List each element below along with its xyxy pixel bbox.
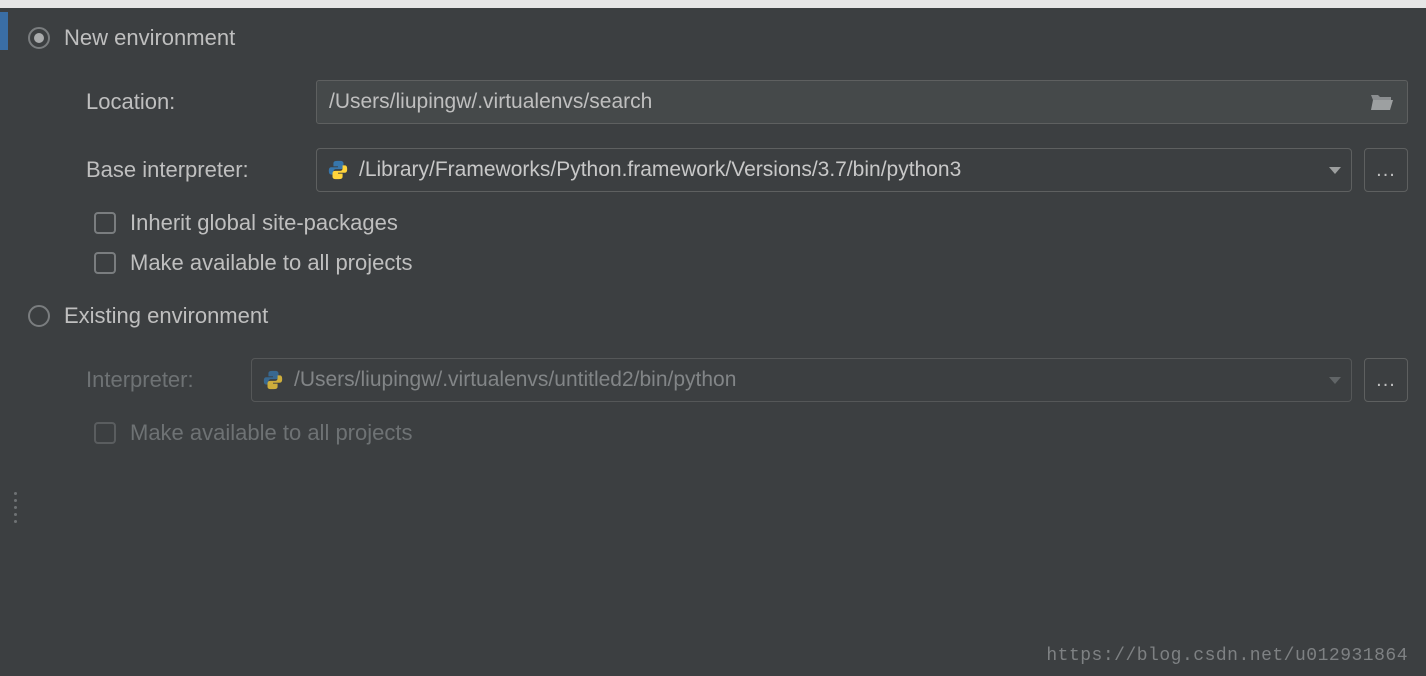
- make-available-existing-label: Make available to all projects: [130, 420, 412, 446]
- make-available-existing-checkbox: [94, 422, 116, 444]
- folder-open-icon[interactable]: [1369, 92, 1395, 112]
- existing-environment-row: Existing environment: [28, 298, 1408, 334]
- resize-grip-icon[interactable]: [14, 492, 17, 523]
- new-environment-label: New environment: [64, 25, 235, 51]
- inherit-label: Inherit global site-packages: [130, 210, 398, 236]
- existing-environment-radio[interactable]: [28, 305, 50, 327]
- interpreter-combo: /Users/liupingw/.virtualenvs/untitled2/b…: [251, 358, 1352, 402]
- interpreter-browse-button[interactable]: ...: [1364, 358, 1408, 402]
- interpreter-label: Interpreter:: [86, 367, 251, 393]
- chevron-down-icon: [1329, 377, 1341, 384]
- base-interpreter-value: /Library/Frameworks/Python.framework/Ver…: [359, 158, 1319, 182]
- window-titlebar: [0, 0, 1426, 8]
- make-available-new-row: Make available to all projects: [94, 250, 1408, 276]
- selected-tab-indicator: [0, 12, 8, 50]
- inherit-checkbox-row: Inherit global site-packages: [94, 210, 1408, 236]
- location-label: Location:: [86, 89, 316, 115]
- make-available-new-label: Make available to all projects: [130, 250, 412, 276]
- interpreter-value: /Users/liupingw/.virtualenvs/untitled2/b…: [294, 368, 1319, 392]
- new-environment-row: New environment: [28, 20, 1408, 56]
- chevron-down-icon: [1329, 167, 1341, 174]
- make-available-new-checkbox[interactable]: [94, 252, 116, 274]
- location-row: Location: /Users/liupingw/.virtualenvs/s…: [86, 80, 1408, 124]
- base-interpreter-row: Base interpreter: /Library/Frameworks/Py…: [86, 148, 1408, 192]
- location-value: /Users/liupingw/.virtualenvs/search: [329, 90, 1361, 114]
- new-environment-radio[interactable]: [28, 27, 50, 49]
- dialog-content: New environment Location: /Users/liuping…: [0, 8, 1426, 446]
- python-icon: [262, 369, 284, 391]
- watermark-text: https://blog.csdn.net/u012931864: [1046, 646, 1408, 666]
- base-interpreter-label: Base interpreter:: [86, 157, 316, 183]
- python-icon: [327, 159, 349, 181]
- interpreter-row: Interpreter: /Users/liupingw/.virtualenv…: [86, 358, 1408, 402]
- existing-environment-label: Existing environment: [64, 303, 268, 329]
- inherit-checkbox[interactable]: [94, 212, 116, 234]
- base-interpreter-browse-button[interactable]: ...: [1364, 148, 1408, 192]
- base-interpreter-combo[interactable]: /Library/Frameworks/Python.framework/Ver…: [316, 148, 1352, 192]
- make-available-existing-row: Make available to all projects: [94, 420, 1408, 446]
- location-input[interactable]: /Users/liupingw/.virtualenvs/search: [316, 80, 1408, 124]
